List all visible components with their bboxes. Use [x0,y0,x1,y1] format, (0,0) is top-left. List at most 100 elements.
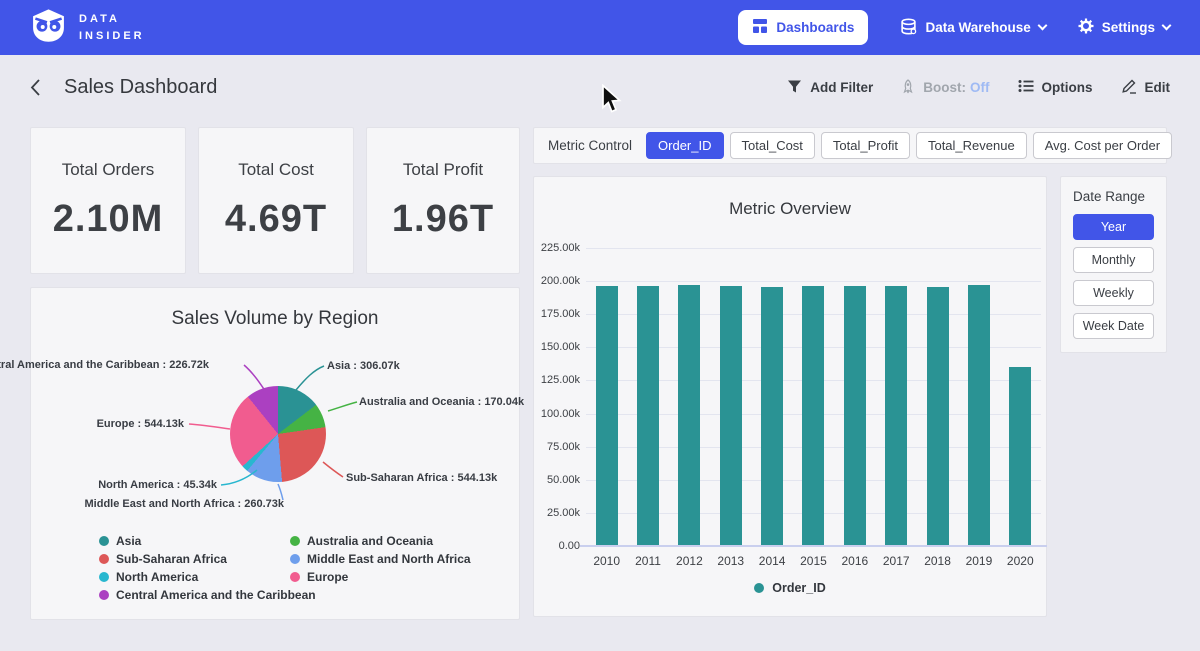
bar-2010[interactable] [596,286,618,546]
x-tick-label: 2011 [627,554,668,568]
pie-chart-title: Sales Volume by Region [31,308,519,330]
legend-item[interactable]: Asia [99,534,316,548]
x-tick-label: 2019 [958,554,999,568]
nav-data-warehouse-button[interactable]: Data Warehouse [900,18,1045,38]
x-tick-label: 2013 [710,554,751,568]
bar-2020[interactable] [1009,367,1031,546]
boost-label: Boost: [923,80,966,95]
kpi-title: Total Profit [403,160,483,180]
pie-chart[interactable] [230,386,326,482]
date-range-button-year[interactable]: Year [1073,214,1154,240]
bar-chart-y-axis: 0.0025.00k50.00k75.00k100.00k125.00k150.… [540,248,580,546]
nav-settings-button[interactable]: Settings [1078,18,1170,37]
legend-item[interactable]: Europe [290,570,471,584]
metric-control-label: Metric Control [548,138,632,153]
date-range-button-monthly[interactable]: Monthly [1073,247,1154,273]
pie-callout-middle-east-north-africa: Middle East and North Africa : 260.73k [85,498,284,510]
bar-2011[interactable] [637,286,659,546]
pie-callout-north-america: North America : 45.34k [98,479,217,491]
y-tick-label: 100.00k [541,408,580,420]
pie-callout-central-america-caribbean: Central America and the Caribbean : 226.… [0,359,209,371]
chevron-left-icon [30,79,40,96]
metric-button-order-id[interactable]: Order_ID [646,132,723,159]
pie-callout-europe: Europe : 544.13k [97,418,184,430]
y-tick-label: 25.00k [547,507,580,519]
bar-chart-plot [586,248,1041,546]
options-label: Options [1042,80,1093,95]
legend-swatch [290,536,300,546]
bar-2016[interactable] [844,286,866,546]
page-title: Sales Dashboard [64,76,217,99]
date-range-buttons: Year Monthly Weekly Week Date [1073,214,1154,346]
pie-legend-col-1: Asia Sub-Saharan Africa North America Centr… [99,534,316,602]
bar-slot [834,248,875,546]
options-button[interactable]: Options [1018,79,1093,96]
kpi-title: Total Cost [238,160,314,180]
legend-swatch [99,590,109,600]
date-range-button-week-date[interactable]: Week Date [1073,313,1154,339]
kpi-card-total-cost: Total Cost 4.69T [198,127,354,274]
y-tick-label: 0.00 [559,540,580,552]
bar-chart-legend[interactable]: Order_ID [534,581,1046,595]
bar-2017[interactable] [885,286,907,546]
kpi-value: 2.10M [53,198,164,241]
y-tick-label: 50.00k [547,474,580,486]
y-tick-label: 125.00k [541,374,580,386]
chevron-down-icon [1162,21,1172,31]
pie-callout-australia-oceania: Australia and Oceania : 170.04k [359,396,524,408]
legend-item[interactable]: Central America and the Caribbean [99,588,316,602]
nav-data-warehouse-label: Data Warehouse [925,20,1030,35]
bar-2013[interactable] [720,286,742,546]
bar-slot [917,248,958,546]
metric-button-avg-cost-per-order[interactable]: Avg. Cost per Order [1033,132,1172,159]
bar-slot [793,248,834,546]
pie-legend-col-2: Australia and Oceania Middle East and Nor… [290,534,471,584]
brand-name: DATA INSIDER [79,11,145,44]
y-tick-label: 175.00k [541,308,580,320]
add-filter-button[interactable]: Add Filter [787,79,873,97]
x-tick-label: 2010 [586,554,627,568]
date-range-button-weekly[interactable]: Weekly [1073,280,1154,306]
edit-button[interactable]: Edit [1121,78,1171,97]
bar-2014[interactable] [761,287,783,546]
legend-swatch [99,554,109,564]
metric-button-total-cost[interactable]: Total_Cost [730,132,815,159]
kpi-value: 4.69T [225,198,327,241]
nav-settings-label: Settings [1102,20,1155,35]
legend-item[interactable]: Australia and Oceania [290,534,471,548]
add-filter-label: Add Filter [810,80,873,95]
bar-chart-x-axis: 2010201120122013201420152016201720182019… [586,554,1041,568]
boost-state: Off [970,80,990,95]
y-tick-label: 150.00k [541,341,580,353]
y-tick-label: 75.00k [547,441,580,453]
x-tick-label: 2020 [1000,554,1041,568]
legend-label: Middle East and North Africa [307,552,471,566]
legend-swatch [99,572,109,582]
legend-label: Order_ID [772,581,826,595]
kpi-card-total-profit: Total Profit 1.96T [366,127,520,274]
bar-2018[interactable] [927,287,949,546]
brand-logo[interactable]: DATA INSIDER [30,7,145,49]
bar-slot [958,248,999,546]
legend-label: Sub-Saharan Africa [116,552,227,566]
bar-2015[interactable] [802,286,824,546]
gear-icon [1078,18,1094,37]
bar-slot [586,248,627,546]
bar-2012[interactable] [678,285,700,546]
legend-item[interactable]: Middle East and North Africa [290,552,471,566]
legend-item[interactable]: Sub-Saharan Africa [99,552,316,566]
bar-slot [751,248,792,546]
nav-dashboards-label: Dashboards [776,20,854,35]
pie-chart-card: Sales Volume by Region Asia : 306.07k Au… [30,287,520,620]
metric-button-total-profit[interactable]: Total_Profit [821,132,910,159]
bar-2019[interactable] [968,285,990,546]
back-button[interactable] [30,79,40,96]
nav-dashboards-button[interactable]: Dashboards [738,10,868,45]
x-tick-label: 2015 [793,554,834,568]
legend-item[interactable]: North America [99,570,316,584]
boost-toggle[interactable]: Boost: Off [901,79,989,97]
date-range-panel: Date Range YearMonthlyWeeklyWeek Date [1060,176,1167,353]
bar-slot [710,248,751,546]
metric-button-total-revenue[interactable]: Total_Revenue [916,132,1027,159]
rocket-icon [901,79,915,97]
